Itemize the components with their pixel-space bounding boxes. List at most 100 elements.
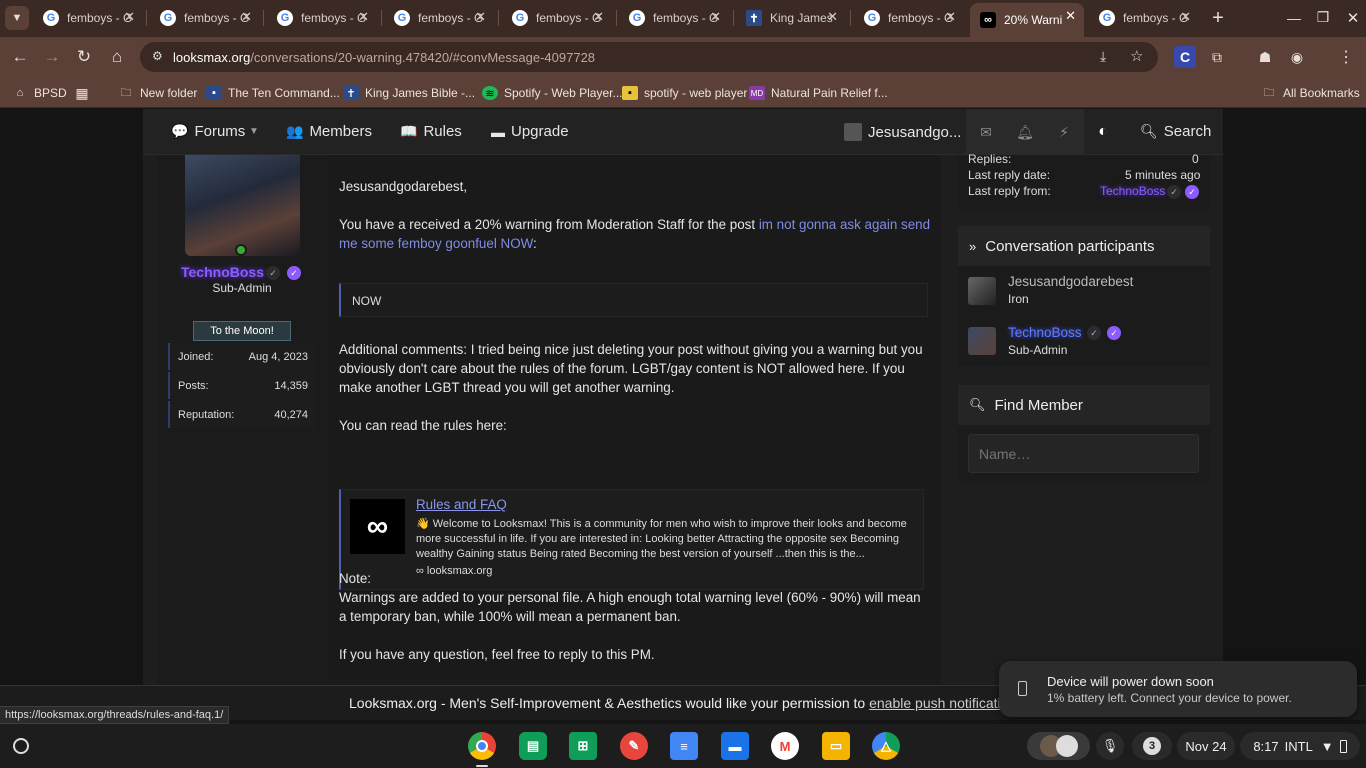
find-member-input[interactable] xyxy=(968,434,1199,473)
close-icon[interactable]: ✕ xyxy=(1180,9,1191,25)
author-username[interactable]: TechnoBoss xyxy=(181,264,264,280)
participant-name[interactable]: TechnoBoss xyxy=(1008,325,1082,340)
page-icon: ▪ xyxy=(206,86,222,100)
os-shelf: ▤ ⊞ ✎ ≡ ▬ M ▭ △ 🎙︎ 3 Nov 24 8:17 INTL ▼ xyxy=(0,724,1366,768)
bolt-icon[interactable]: ⚡︎ xyxy=(1044,109,1084,155)
search-icon: 🔍︎ xyxy=(969,397,986,412)
browser-tab[interactable]: G femboys - G ✕ xyxy=(1089,4,1199,32)
theme-toggle-icon[interactable]: ◐ xyxy=(1083,109,1123,155)
extensions-icon[interactable]: ⧉ xyxy=(1206,46,1228,68)
nav-account[interactable]: Jesusandgo... xyxy=(844,123,961,141)
account-icon[interactable]: ◉ xyxy=(1286,46,1308,68)
unfurl-title[interactable]: Rules and FAQ xyxy=(416,497,507,512)
participant-title: Sub-Admin xyxy=(1008,343,1068,357)
nav-upgrade[interactable]: ▬ Upgrade xyxy=(491,123,569,140)
avatar[interactable] xyxy=(968,277,996,305)
nav-forums-dropdown[interactable]: ▼ xyxy=(249,126,259,137)
tab-title: femboys - G xyxy=(301,11,367,25)
bookmark-item[interactable]: ▪ The Ten Command... xyxy=(206,83,340,103)
bookmark-star-icon[interactable]: ☆ xyxy=(1130,47,1143,65)
battery-low-icon xyxy=(1018,681,1027,696)
home-button[interactable]: ⌂ xyxy=(105,45,129,69)
verified-check-icon: ✓ xyxy=(266,266,280,280)
chrome-icon[interactable] xyxy=(468,732,496,760)
bookmark-item[interactable]: ⌂ BPSD xyxy=(12,83,67,103)
nav-search[interactable]: 🔍︎ Search xyxy=(1140,123,1211,140)
close-window-button[interactable]: ✕ xyxy=(1341,6,1365,30)
apps-grid-icon[interactable]: ▦ xyxy=(74,83,96,103)
last-reply-from-label: Last reply from: xyxy=(968,184,1051,198)
close-icon[interactable]: ✕ xyxy=(827,9,838,25)
close-icon[interactable]: ✕ xyxy=(358,9,369,25)
docs-icon[interactable]: ≡ xyxy=(670,732,698,760)
browser-tab[interactable]: G femboys - G ✕ xyxy=(33,4,143,32)
files-icon[interactable]: ▬ xyxy=(721,732,749,760)
launcher-icon[interactable] xyxy=(7,732,35,760)
browser-tab-active[interactable]: ∞ 20% Warni ✕ xyxy=(970,3,1084,37)
site-info-icon[interactable]: ⚙ xyxy=(152,49,163,63)
avatar[interactable] xyxy=(185,155,300,256)
bookmark-item[interactable]: ✝ King James Bible -... xyxy=(343,83,475,103)
tab-search-button[interactable]: ▼ xyxy=(5,6,29,30)
profile-avatar[interactable]: C xyxy=(1174,46,1196,68)
gmail-icon[interactable]: M xyxy=(771,732,799,760)
all-bookmarks[interactable]: 🗀 All Bookmarks xyxy=(1261,83,1360,103)
install-app-icon[interactable]: ⤓ xyxy=(1100,48,1106,65)
stat-joined: Joined: Aug 4, 2023 xyxy=(168,343,316,370)
bookmark-item[interactable]: ▪ spotify - web player xyxy=(622,83,747,103)
close-icon[interactable]: ✕ xyxy=(1065,8,1076,24)
avatar[interactable] xyxy=(968,327,996,355)
close-icon[interactable]: ✕ xyxy=(475,9,486,25)
browser-tab[interactable]: G femboys - G ✕ xyxy=(619,4,729,32)
maximize-button[interactable]: ❐ xyxy=(1311,5,1335,29)
status-tray[interactable]: 8:17 INTL ▼ xyxy=(1240,732,1360,760)
notification-count[interactable]: 3 xyxy=(1132,732,1172,760)
forward-button[interactable]: → xyxy=(40,45,64,69)
canvas-icon[interactable]: ✎ xyxy=(620,732,648,760)
holding-space-tray[interactable] xyxy=(1027,732,1090,760)
back-button[interactable]: ← xyxy=(8,45,32,69)
close-icon[interactable]: ✕ xyxy=(593,9,604,25)
battery-toast[interactable]: Device will power down soon 1% battery l… xyxy=(999,661,1357,717)
date-tray[interactable]: Nov 24 xyxy=(1177,732,1235,760)
mail-icon[interactable]: ✉ xyxy=(966,109,1006,155)
google-icon: G xyxy=(1099,10,1115,26)
nav-rules[interactable]: 📖 Rules xyxy=(400,123,462,140)
slides-icon[interactable]: ▭ xyxy=(822,732,850,760)
bookmark-item[interactable]: MD Natural Pain Relief f... xyxy=(749,83,888,103)
message-rules-intro: You can read the rules here: xyxy=(339,418,507,433)
reload-button[interactable]: ↻ xyxy=(72,45,96,69)
tab-title: femboys - G xyxy=(536,11,602,25)
verified-check-icon: ✓ xyxy=(1087,326,1101,340)
close-icon[interactable]: ✕ xyxy=(710,9,721,25)
browser-tab[interactable]: G femboys - G ✕ xyxy=(384,4,494,32)
drive-icon[interactable]: △ xyxy=(872,732,900,760)
microphone-icon[interactable]: 🎙︎ xyxy=(1096,732,1124,760)
browser-tab[interactable]: G femboys - G ✕ xyxy=(502,4,612,32)
incognito-icon[interactable]: ☗ xyxy=(1254,46,1276,68)
browser-tab[interactable]: ✝ King James ✕ xyxy=(736,4,846,32)
close-icon[interactable]: ✕ xyxy=(241,9,252,25)
classroom-icon[interactable]: ▤ xyxy=(519,732,547,760)
bookmarks-bar: ⌂ BPSD ▦ 🗀 New folder ▪ The Ten Command.… xyxy=(0,77,1366,108)
nav-forums[interactable]: 💬 Forums xyxy=(171,123,245,140)
address-bar[interactable]: ⚙ looksmax.org/conversations/20-warning.… xyxy=(140,42,1158,72)
menu-kebab-icon[interactable]: ⋮ xyxy=(1335,46,1357,68)
bookmark-item[interactable]: 🗀 New folder xyxy=(118,83,198,103)
close-icon[interactable]: ✕ xyxy=(945,9,956,25)
browser-tab[interactable]: G femboys - G ✕ xyxy=(267,4,377,32)
browser-tab[interactable]: G femboys - G ✕ xyxy=(150,4,260,32)
minimize-button[interactable]: — xyxy=(1282,6,1306,30)
close-icon[interactable]: ✕ xyxy=(124,9,135,25)
last-reply-from-user[interactable]: TechnoBoss xyxy=(1100,184,1165,198)
bookmark-item[interactable]: ≋ Spotify - Web Player... xyxy=(482,83,623,103)
bell-icon[interactable]: 🔔︎ xyxy=(1005,109,1045,155)
unfurl-description: 👋 Welcome to Looksmax! This is a communi… xyxy=(416,518,907,560)
sheets-icon[interactable]: ⊞ xyxy=(569,732,597,760)
browser-toolbar: ← → ↻ ⌂ ⚙ looksmax.org/conversations/20-… xyxy=(0,37,1366,77)
folder-icon: 🗀 xyxy=(1263,86,1275,99)
participant-name[interactable]: Jesusandgodarebest xyxy=(1008,274,1133,289)
browser-tab[interactable]: G femboys - G ✕ xyxy=(854,4,964,32)
nav-members[interactable]: 👥 Members xyxy=(286,123,372,140)
new-tab-button[interactable]: + xyxy=(1206,6,1230,30)
